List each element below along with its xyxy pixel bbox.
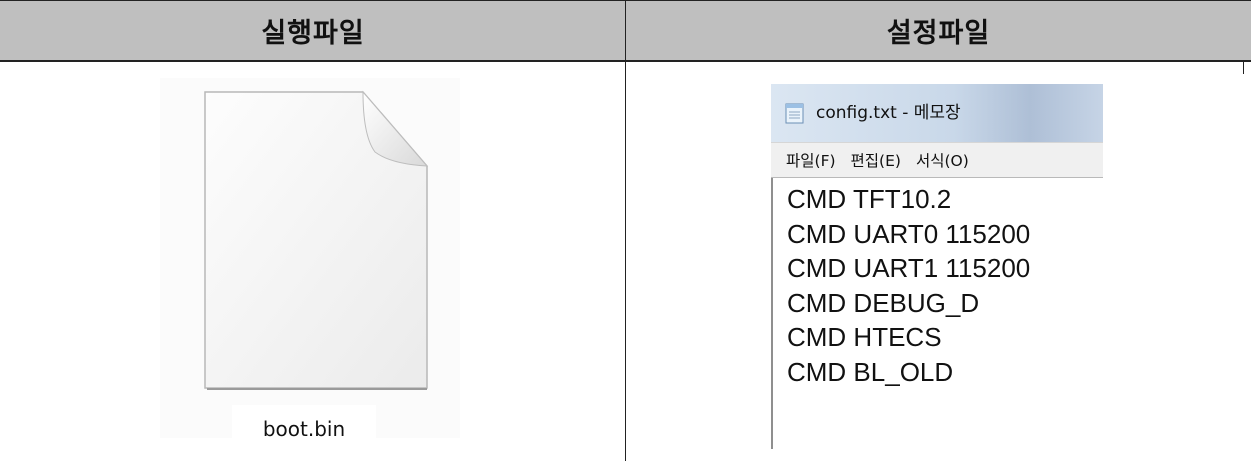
notepad-titlebar: config.txt - 메모장	[771, 84, 1103, 142]
config-line: CMD TFT10.2	[787, 184, 952, 214]
file-table: 실행파일 설정파일 boot.bin config.txt - 메모장 파일(F…	[0, 0, 1251, 461]
file-icon	[204, 90, 429, 390]
menu-edit[interactable]: 편집(E)	[851, 149, 901, 171]
config-line: CMD BL_OLD	[787, 356, 954, 387]
config-line: CMD UART0 115200	[787, 218, 1031, 249]
notepad-text-area[interactable]: CMD TFT10.2 CMD UART0 115200 CMD UART1 1…	[771, 178, 1103, 449]
file-name-label: boot.bin	[232, 405, 376, 453]
config-line: CMD UART1 115200	[787, 253, 1031, 283]
menu-format[interactable]: 서식(O)	[916, 149, 969, 171]
notepad-menubar: 파일(F) 편집(E) 서식(O)	[771, 142, 1103, 178]
column-divider	[625, 0, 626, 461]
config-lines: CMD TFT10.2 CMD UART0 115200 CMD UART1 1…	[787, 182, 1030, 389]
config-line: CMD DEBUG_D	[787, 287, 980, 318]
menu-file[interactable]: 파일(F)	[786, 149, 836, 171]
config-line: CMD HTECS	[787, 322, 942, 352]
table-edge-mark	[1243, 62, 1244, 74]
notepad-window: config.txt - 메모장 파일(F) 편집(E) 서식(O) CMD T…	[771, 84, 1103, 449]
notepad-icon	[785, 103, 804, 124]
header-executable: 실행파일	[0, 0, 626, 62]
header-config: 설정파일	[626, 0, 1251, 62]
notepad-title: config.txt - 메모장	[816, 103, 961, 123]
